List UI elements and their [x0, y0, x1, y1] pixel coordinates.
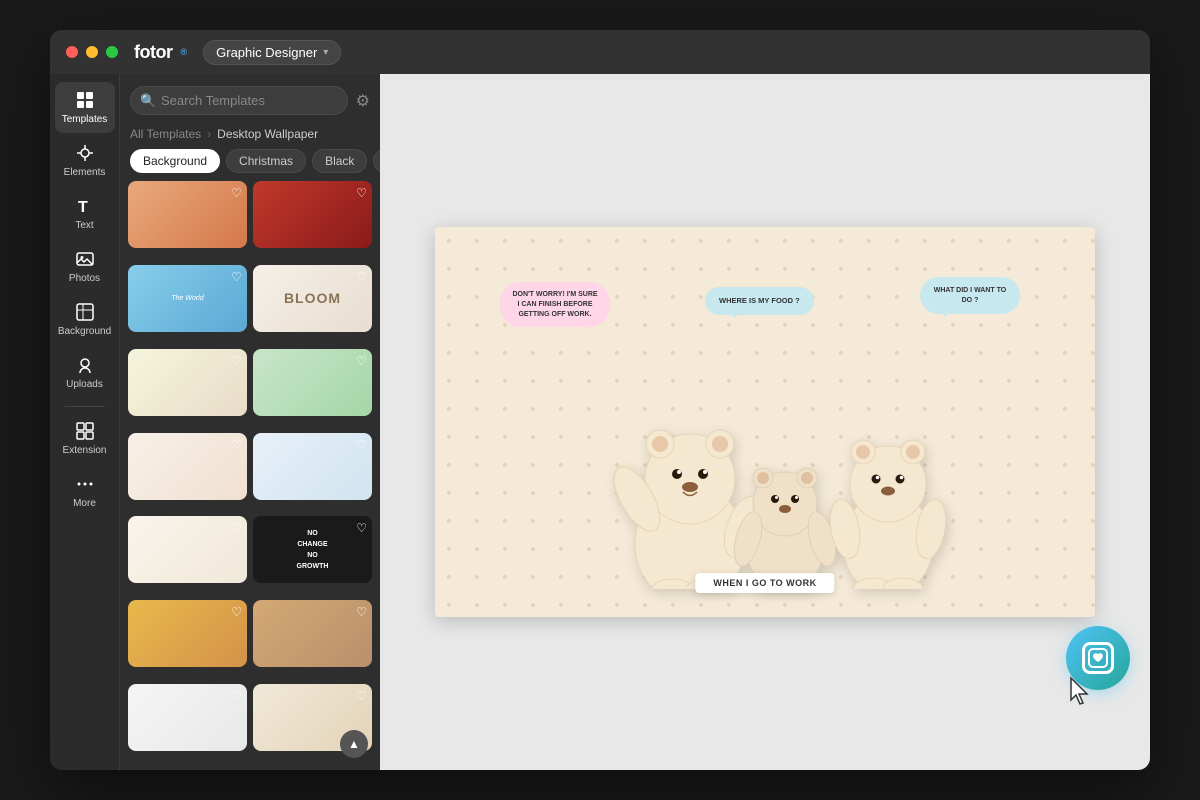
template-grid: ♡ ♡ ♡ The World ♡	[120, 181, 380, 770]
card-favorite-icon[interactable]: ♡	[356, 186, 367, 200]
text-icon: T	[75, 196, 95, 216]
tag-christmas[interactable]: Christmas	[226, 149, 306, 173]
template-card[interactable]: ♡	[128, 600, 247, 667]
traffic-lights	[66, 46, 118, 58]
sidebar-item-text[interactable]: T Text	[55, 188, 115, 239]
background-icon	[75, 302, 95, 322]
template-panel-body: ♡ ♡ ♡ The World ♡	[120, 181, 380, 770]
template-card[interactable]: ♡	[253, 349, 372, 416]
svg-text:T: T	[78, 199, 88, 216]
app-window: fotor ® Graphic Designer ▾ Templates	[50, 30, 1150, 770]
sidebar-item-templates[interactable]: Templates	[55, 82, 115, 133]
breadcrumb-all-templates[interactable]: All Templates	[130, 127, 201, 141]
template-card[interactable]: ♡	[128, 181, 247, 248]
filter-tags: Background Christmas Black Quote›	[120, 149, 380, 181]
close-button[interactable]	[66, 46, 78, 58]
template-card[interactable]: ♡ BLOOM	[253, 265, 372, 332]
templates-icon	[75, 90, 95, 110]
card-favorite-icon[interactable]: ♡	[231, 186, 242, 200]
favorite-fab-button[interactable]	[1066, 626, 1130, 690]
sidebar-label-background: Background	[58, 326, 111, 337]
card-favorite-icon[interactable]: ♡	[356, 438, 367, 452]
canvas-area: DON'T WORRY! I'M SURE I CAN FINISH BEFOR…	[380, 74, 1150, 770]
card-favorite-icon[interactable]: ♡	[356, 689, 367, 703]
title-bar: fotor ® Graphic Designer ▾	[50, 30, 1150, 74]
more-icon	[75, 474, 95, 494]
card-favorite-icon[interactable]: ♡	[231, 521, 242, 535]
maximize-button[interactable]	[106, 46, 118, 58]
template-card[interactable]: ♡ The World	[128, 265, 247, 332]
sidebar-item-photos[interactable]: Photos	[55, 241, 115, 292]
main-content: Templates Elements T Text	[50, 74, 1150, 770]
sidebar-label-extension: Extension	[63, 445, 107, 456]
sidebar-label-photos: Photos	[69, 273, 100, 284]
extension-icon	[75, 421, 95, 441]
card-favorite-icon[interactable]: ♡	[231, 438, 242, 452]
template-card[interactable]: ♡ NOCHANGENOGROWTH	[253, 516, 372, 583]
tag-black[interactable]: Black	[312, 149, 367, 173]
brand-logo: fotor ®	[134, 42, 187, 63]
photos-icon	[75, 249, 95, 269]
template-card[interactable]: ♡	[128, 433, 247, 500]
breadcrumb-current: Desktop Wallpaper	[217, 127, 318, 141]
search-wrapper: 🔍	[130, 86, 348, 115]
search-input[interactable]	[130, 86, 348, 115]
tag-quote[interactable]: Quote›	[373, 149, 380, 173]
speech-bubble-1: DON'T WORRY! I'M SURE I CAN FINISH BEFOR…	[500, 282, 610, 327]
breadcrumb: All Templates › Desktop Wallpaper	[120, 123, 380, 149]
tag-background[interactable]: Background	[130, 149, 220, 173]
card-favorite-icon[interactable]: ♡	[231, 605, 242, 619]
bears-illustration	[575, 369, 955, 589]
scroll-up-button[interactable]: ▲	[340, 730, 368, 758]
icon-sidebar: Templates Elements T Text	[50, 74, 120, 770]
speech-bubble-3: WHAT DID I WANT TO DO ?	[920, 277, 1020, 314]
favorite-fab-icon	[1082, 642, 1114, 674]
sidebar-item-more[interactable]: More	[55, 466, 115, 517]
mode-label: Graphic Designer	[216, 45, 317, 60]
card-favorite-icon[interactable]: ♡	[356, 270, 367, 284]
card-favorite-icon[interactable]: ♡	[231, 270, 242, 284]
canvas-frame[interactable]: DON'T WORRY! I'M SURE I CAN FINISH BEFOR…	[435, 227, 1095, 617]
canvas-banner: WHEN I GO TO WORK	[695, 573, 834, 593]
sidebar-item-elements[interactable]: Elements	[55, 135, 115, 186]
sidebar-item-background[interactable]: Background	[55, 294, 115, 345]
card-favorite-icon[interactable]: ♡	[356, 521, 367, 535]
elements-icon	[75, 143, 95, 163]
card-favorite-icon[interactable]: ♡	[356, 354, 367, 368]
template-card[interactable]: ♡	[253, 181, 372, 248]
sidebar-separator	[65, 406, 105, 407]
search-bar: 🔍 ⚙	[120, 74, 380, 123]
uploads-icon	[75, 355, 95, 375]
filter-button[interactable]: ⚙	[356, 91, 370, 111]
template-card[interactable]: ♡	[253, 433, 372, 500]
sidebar-label-templates: Templates	[62, 114, 108, 125]
template-panel: 🔍 ⚙ All Templates › Desktop Wallpaper Ba…	[120, 74, 380, 770]
template-card[interactable]: ♡	[128, 516, 247, 583]
template-card[interactable]: ♡	[253, 600, 372, 667]
canvas-content: DON'T WORRY! I'M SURE I CAN FINISH BEFOR…	[435, 227, 1095, 617]
card-favorite-icon[interactable]: ♡	[231, 689, 242, 703]
sidebar-label-more: More	[73, 498, 96, 509]
breadcrumb-separator: ›	[207, 127, 211, 141]
speech-bubble-2: WHERE IS MY FOOD ?	[705, 287, 814, 315]
search-icon: 🔍	[140, 93, 156, 109]
minimize-button[interactable]	[86, 46, 98, 58]
brand-superscript: ®	[180, 47, 187, 57]
sidebar-item-uploads[interactable]: Uploads	[55, 347, 115, 398]
sidebar-item-extension[interactable]: Extension	[55, 413, 115, 464]
mode-selector[interactable]: Graphic Designer ▾	[203, 40, 341, 65]
template-card[interactable]: ♡	[128, 684, 247, 751]
template-card[interactable]: ♡	[128, 349, 247, 416]
mode-chevron: ▾	[323, 47, 328, 58]
brand-name: fotor	[134, 42, 172, 63]
sidebar-label-text: Text	[75, 220, 93, 231]
sidebar-label-uploads: Uploads	[66, 379, 103, 390]
card-favorite-icon[interactable]: ♡	[231, 354, 242, 368]
sidebar-label-elements: Elements	[64, 167, 106, 178]
card-favorite-icon[interactable]: ♡	[356, 605, 367, 619]
